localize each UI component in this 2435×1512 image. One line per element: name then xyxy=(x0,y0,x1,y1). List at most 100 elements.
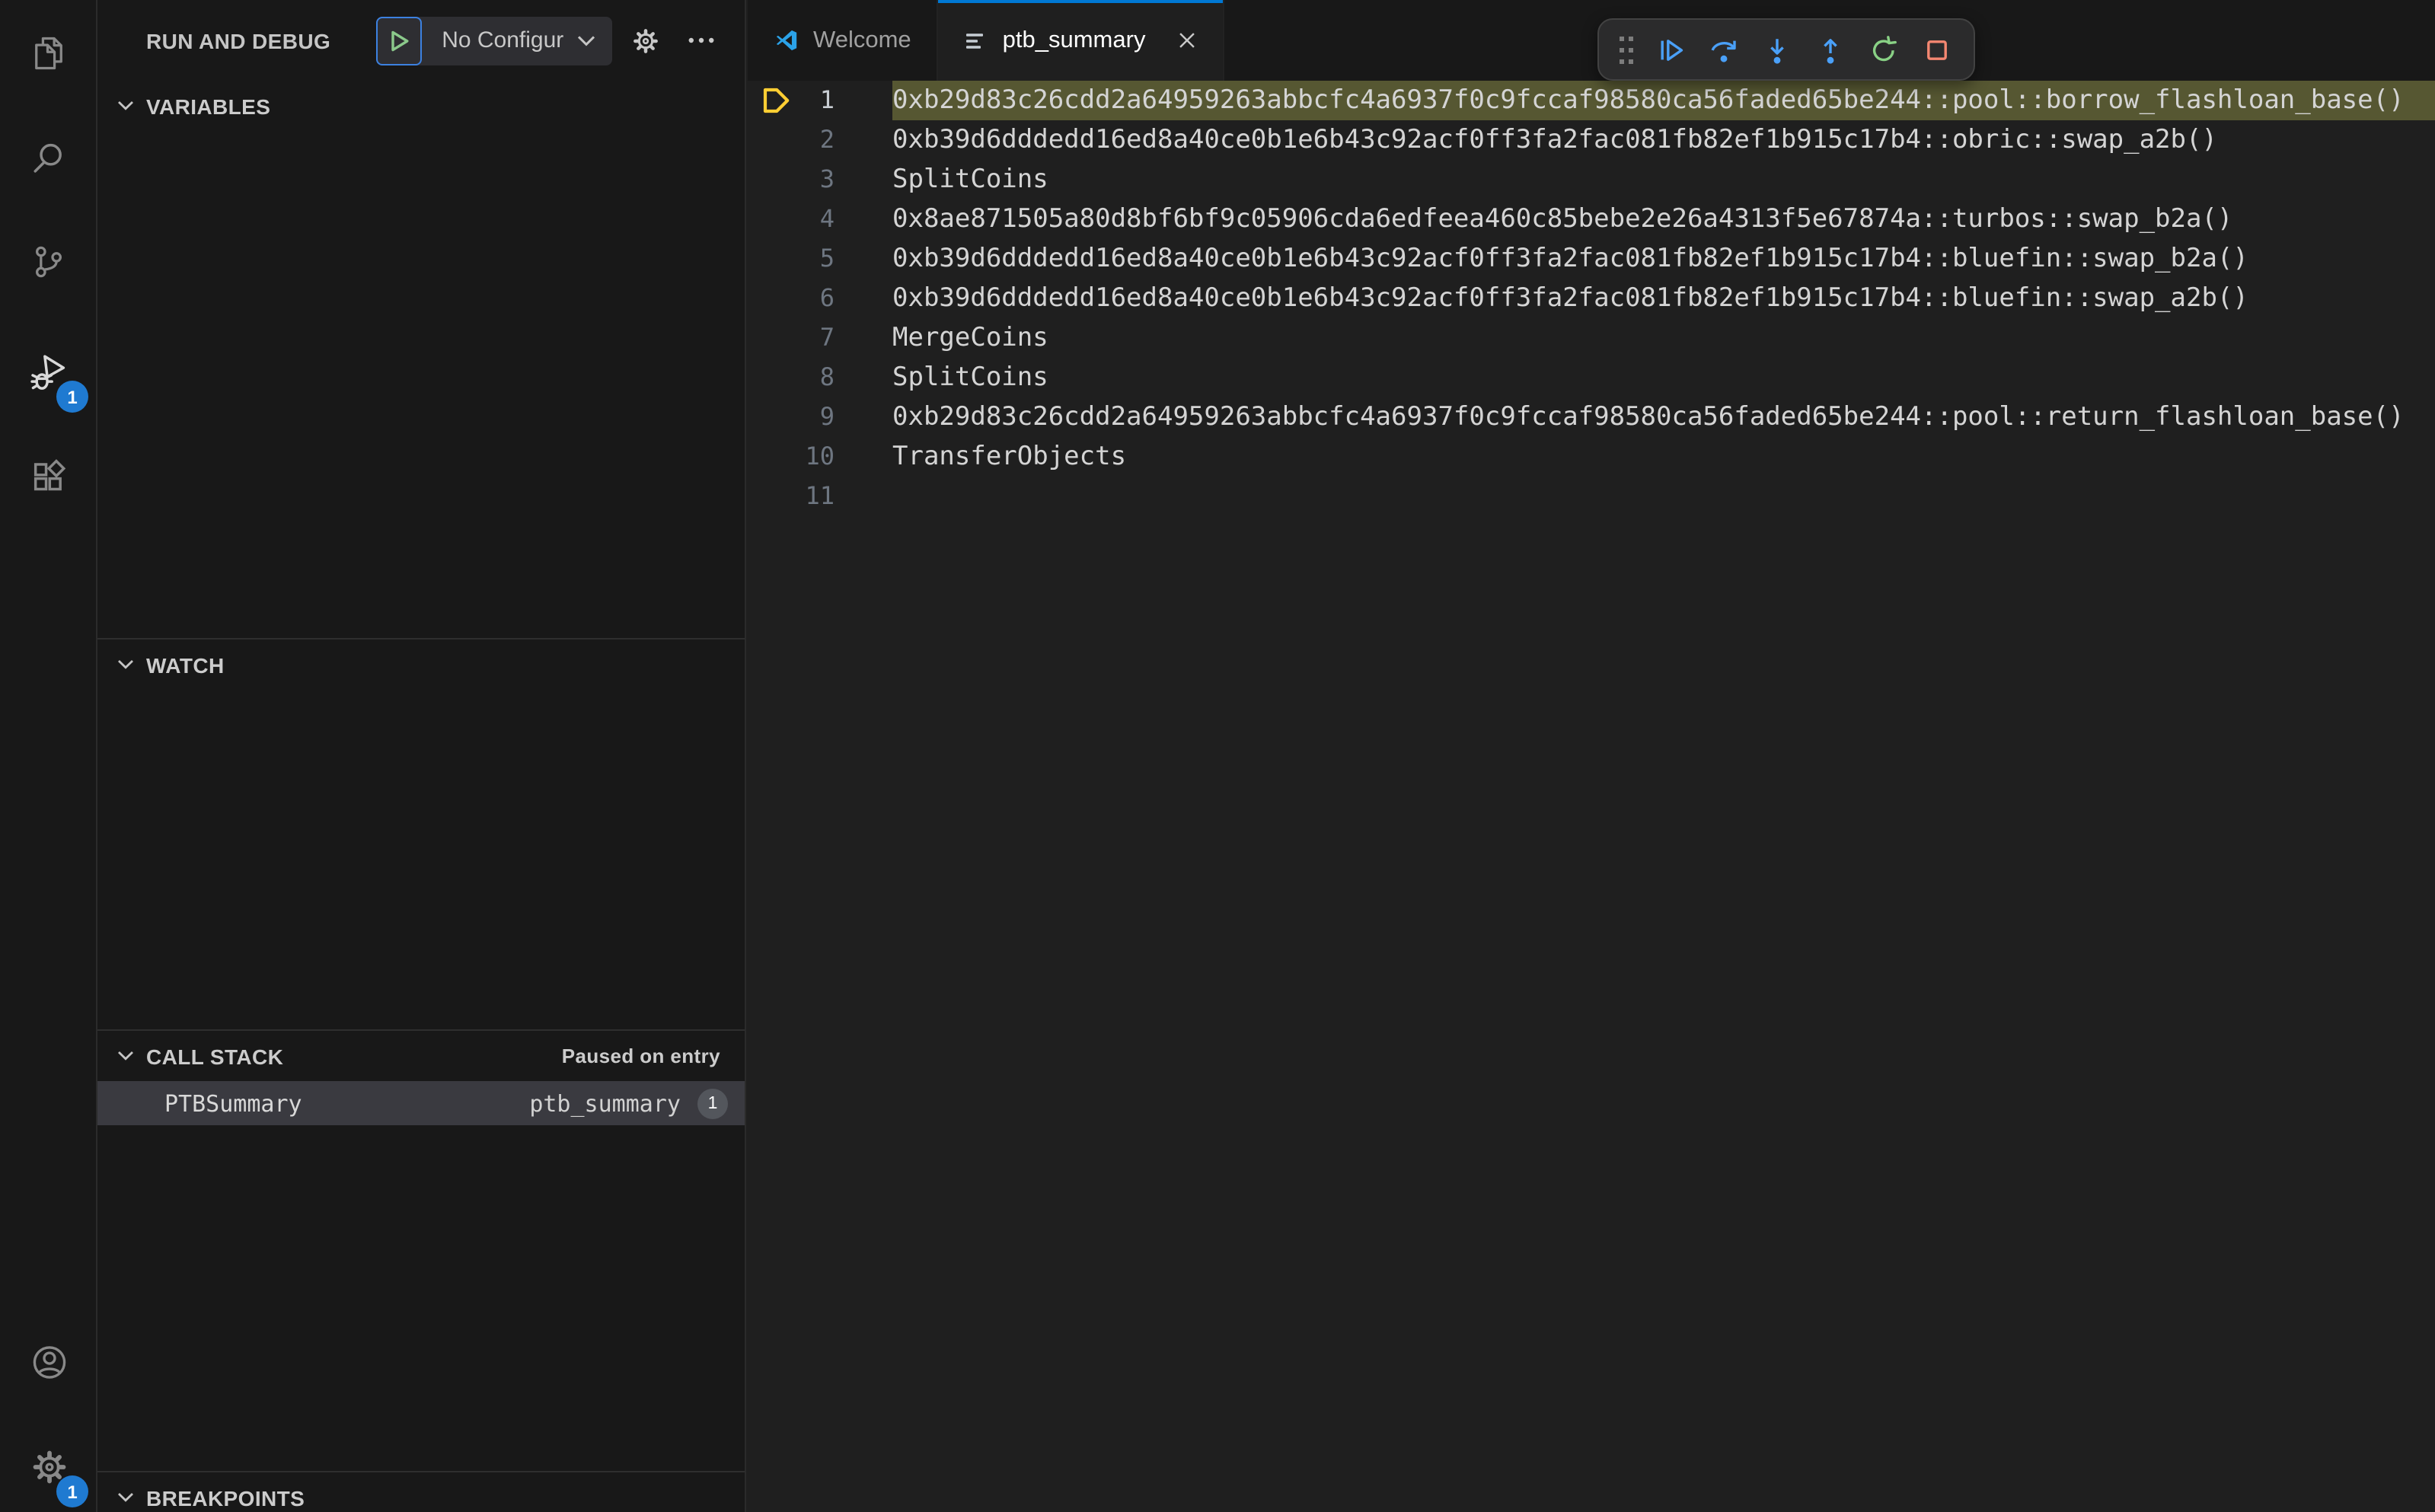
tab-bar: Welcome ptb_summary xyxy=(748,0,2435,81)
code-line[interactable]: 3 SplitCoins xyxy=(748,160,2435,199)
tab-ptb-summary[interactable]: ptb_summary xyxy=(938,0,1225,81)
start-debugging-button[interactable] xyxy=(376,16,423,65)
breakpoints-section-title: BREAKPOINTS xyxy=(146,1485,305,1510)
debug-continue-button[interactable] xyxy=(1645,25,1695,74)
line-number: 8 xyxy=(819,362,835,391)
step-over-icon xyxy=(1710,40,1735,62)
debug-step-into-button[interactable] xyxy=(1751,25,1802,74)
code-editor: 1 0xb29d83c26cdd2a64959263abbcfc4a6937f0… xyxy=(748,81,2435,516)
chevron-down-icon xyxy=(118,659,133,669)
chevron-down-icon xyxy=(118,1051,133,1061)
editor-gutter[interactable]: 9 xyxy=(748,397,892,437)
list-file-icon xyxy=(966,33,984,48)
debug-toolbar xyxy=(1597,18,1975,81)
line-number: 1 xyxy=(819,85,835,114)
git-branch-icon xyxy=(35,246,62,278)
code-text: TransferObjects xyxy=(892,442,1127,472)
code-text: 0xb39d6dddedd16ed8a40ce0b1e6b43c92acf0ff… xyxy=(892,283,2248,314)
code-text: MergeCoins xyxy=(892,323,1048,353)
code-line[interactable]: 8 SplitCoins xyxy=(748,358,2435,397)
code-line[interactable]: 7 MergeCoins xyxy=(748,318,2435,358)
editor-gutter[interactable]: 4 xyxy=(748,199,892,239)
code-text: SplitCoins xyxy=(892,362,1048,393)
code-text: 0xb29d83c26cdd2a64959263abbcfc4a6937f0c9… xyxy=(892,81,2435,120)
debug-stop-button[interactable] xyxy=(1911,25,1961,74)
chevron-down-icon xyxy=(578,35,595,46)
watch-section-title: WATCH xyxy=(146,652,225,677)
code-line[interactable]: 4 0x8ae871505a80d8bf6bf9c05906cda6edfeea… xyxy=(748,199,2435,239)
frame-session-badge: 1 xyxy=(697,1088,728,1118)
account-icon xyxy=(32,1345,65,1378)
tab-welcome[interactable]: Welcome xyxy=(748,0,939,81)
tab-label: Welcome xyxy=(813,27,911,53)
breakpoints-section-header[interactable]: BREAKPOINTS xyxy=(97,1472,745,1512)
vscode-logo-icon xyxy=(776,30,797,51)
activity-item-settings[interactable]: 1 xyxy=(12,1430,88,1507)
watch-section-header[interactable]: WATCH xyxy=(97,640,745,690)
call-stack-section-header[interactable]: CALL STACK Paused on entry xyxy=(97,1031,745,1081)
files-icon xyxy=(35,37,62,70)
code-text: 0xb39d6dddedd16ed8a40ce0b1e6b43c92acf0ff… xyxy=(892,125,2217,155)
debug-step-over-button[interactable] xyxy=(1698,25,1748,74)
activity-item-explorer[interactable] xyxy=(12,17,85,90)
editor-gutter[interactable]: 8 xyxy=(748,358,892,397)
views-more-actions-button[interactable] xyxy=(688,37,714,44)
sidebar-title: RUN AND DEBUG xyxy=(146,28,331,53)
step-into-icon xyxy=(1770,38,1783,63)
activity-item-search[interactable] xyxy=(12,122,85,195)
code-text: 0xb39d6dddedd16ed8a40ce0b1e6b43c92acf0ff… xyxy=(892,244,2248,274)
tab-label: ptb_summary xyxy=(1002,27,1146,53)
activity-item-extensions[interactable] xyxy=(12,440,85,513)
activity-item-run-and-debug[interactable]: 1 xyxy=(12,335,88,413)
gear-icon xyxy=(633,28,658,53)
editor-gutter[interactable]: 5 xyxy=(748,239,892,279)
launch-control: No Configur xyxy=(376,16,613,65)
close-icon xyxy=(1179,33,1195,48)
line-number: 3 xyxy=(819,164,835,193)
code-line[interactable]: 2 0xb39d6dddedd16ed8a40ce0b1e6b43c92acf0… xyxy=(748,120,2435,160)
variables-section: VARIABLES xyxy=(97,81,745,638)
code-line[interactable]: 6 0xb39d6dddedd16ed8a40ce0b1e6b43c92acf0… xyxy=(748,279,2435,318)
code-line[interactable]: 9 0xb29d83c26cdd2a64959263abbcfc4a6937f0… xyxy=(748,397,2435,437)
line-number: 5 xyxy=(819,244,835,273)
editor-gutter[interactable]: 2 xyxy=(748,120,892,160)
ellipsis-icon xyxy=(688,37,714,43)
editor-gutter[interactable]: 3 xyxy=(748,160,892,199)
editor-gutter[interactable]: 7 xyxy=(748,318,892,358)
close-tab-button[interactable] xyxy=(1177,30,1197,50)
variables-section-title: VARIABLES xyxy=(146,94,271,118)
frame-name: PTBSummary xyxy=(164,1089,302,1117)
debug-settings-gear-button[interactable] xyxy=(630,25,661,56)
code-line[interactable]: 10 TransferObjects xyxy=(748,437,2435,477)
vscode-window: 1 1 RUN AND DEBUG No Configur VARIABLES … xyxy=(0,0,2435,1512)
variables-section-header[interactable]: VARIABLES xyxy=(97,81,745,131)
breakpoints-section: BREAKPOINTS xyxy=(97,1471,745,1512)
gripper-icon xyxy=(1620,36,1633,63)
code-text: 0xb29d83c26cdd2a64959263abbcfc4a6937f0c9… xyxy=(892,402,2405,432)
debug-current-line-pointer-icon xyxy=(763,88,790,113)
chevron-down-icon xyxy=(118,1492,133,1502)
debug-configuration-dropdown[interactable]: No Configur xyxy=(422,16,612,65)
call-stack-frame-row[interactable]: PTBSummary ptb_summary 1 xyxy=(97,1081,745,1125)
activity-item-source-control[interactable] xyxy=(12,225,85,298)
debug-step-out-button[interactable] xyxy=(1805,25,1855,74)
toolbar-drag-handle[interactable] xyxy=(1611,25,1642,74)
debug-configuration-label: No Configur xyxy=(442,27,564,53)
editor-gutter[interactable]: 11 xyxy=(748,477,892,516)
settings-badge: 1 xyxy=(56,1475,88,1507)
editor-gutter[interactable]: 6 xyxy=(748,279,892,318)
editor-gutter[interactable]: 1 xyxy=(748,81,892,120)
activity-item-accounts[interactable] xyxy=(12,1325,85,1398)
restart-icon xyxy=(1872,35,1896,61)
line-number: 2 xyxy=(819,125,835,154)
debug-restart-button[interactable] xyxy=(1858,25,1908,74)
editor-gutter[interactable]: 10 xyxy=(748,437,892,477)
code-line[interactable]: 5 0xb39d6dddedd16ed8a40ce0b1e6b43c92acf0… xyxy=(748,239,2435,279)
sidebar-header: RUN AND DEBUG No Configur xyxy=(97,0,745,81)
line-number: 4 xyxy=(819,204,835,233)
code-line[interactable]: 11 xyxy=(748,477,2435,516)
debug-badge: 1 xyxy=(56,381,88,413)
code-line[interactable]: 1 0xb29d83c26cdd2a64959263abbcfc4a6937f0… xyxy=(748,81,2435,120)
play-icon xyxy=(391,30,408,51)
code-text: 0x8ae871505a80d8bf6bf9c05906cda6edfeea46… xyxy=(892,204,2233,234)
